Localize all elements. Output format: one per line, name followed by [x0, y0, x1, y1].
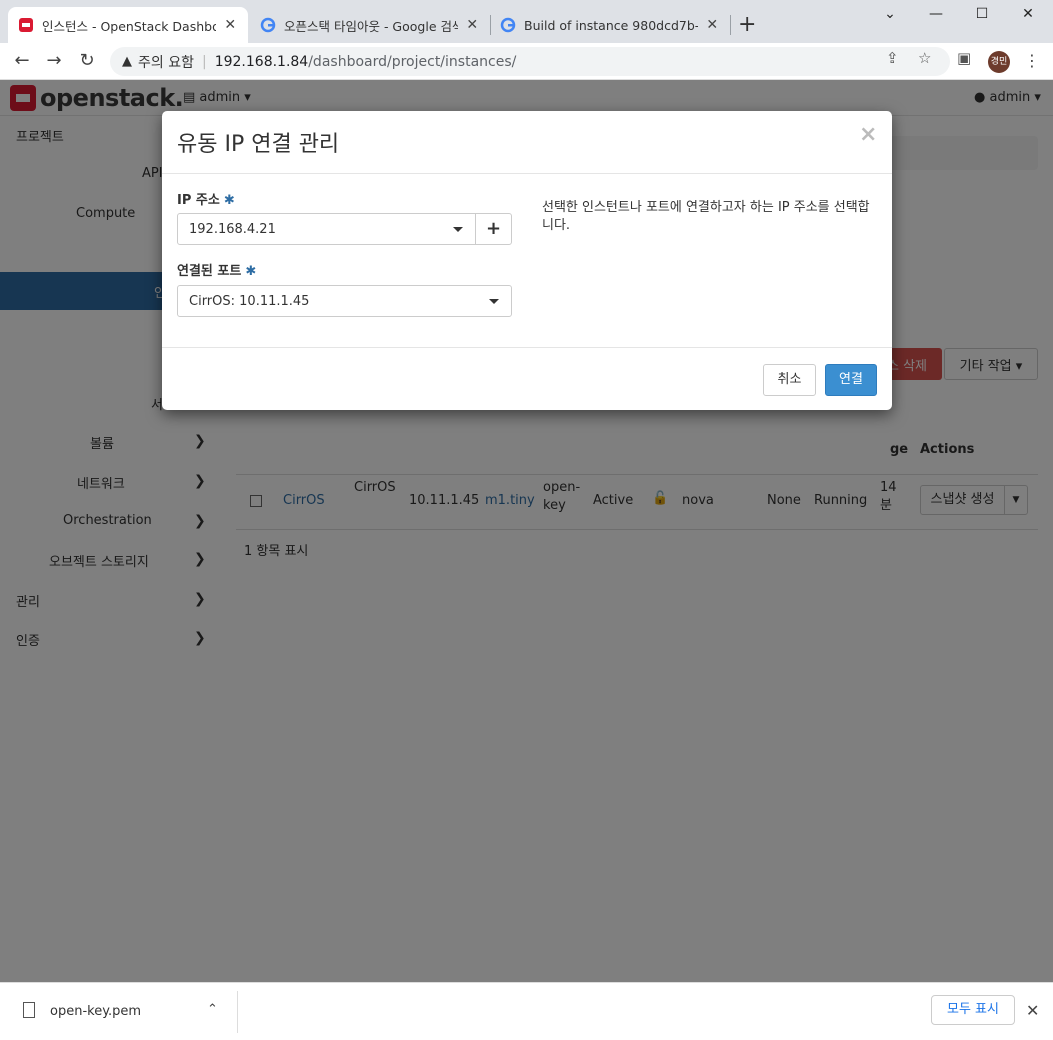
- tab-title: Build of instance 980dcd7b-452: [524, 17, 699, 33]
- tab-google-build-instance[interactable]: Build of instance 980dcd7b-452 ✕: [490, 7, 730, 43]
- help-text: 선택한 인스턴트나 포트에 연결하고자 하는 IP 주소를 선택합니다.: [542, 200, 870, 233]
- tab-close-icon[interactable]: ✕: [704, 17, 720, 33]
- chevron-up-icon[interactable]: ⌃: [207, 1002, 218, 1017]
- browser-tab-strip: 인스턴스 - OpenStack Dashboard ✕ 오픈스택 타임아웃 -…: [0, 0, 1053, 43]
- modal-title: 유동 IP 연결 관리: [177, 132, 340, 157]
- port-label-text: 연결된 포트: [177, 264, 242, 279]
- bookmark-star-icon[interactable]: ☆: [918, 49, 931, 67]
- maximize-icon[interactable]: ☐: [959, 6, 1005, 30]
- download-filename[interactable]: open-key.pem: [50, 1004, 141, 1019]
- floating-ip-dialog: 유동 IP 연결 관리 × IP 주소 ✱ 192.168.4.21 + 연결된 …: [162, 111, 892, 410]
- window-close-icon[interactable]: ✕: [1005, 6, 1051, 30]
- ip-address-select[interactable]: 192.168.4.21: [177, 213, 476, 245]
- required-icon: ✱: [245, 264, 257, 279]
- ip-address-value: 192.168.4.21: [189, 221, 276, 237]
- back-icon[interactable]: ←: [10, 50, 34, 74]
- tab-google-search-timeout[interactable]: 오픈스택 타임아웃 - Google 검색 ✕: [250, 7, 490, 43]
- minimize-icon[interactable]: —: [913, 6, 959, 30]
- side-panel-icon[interactable]: ▣: [957, 49, 971, 67]
- tab-close-icon[interactable]: ✕: [464, 17, 480, 33]
- google-favicon-icon: [260, 17, 276, 33]
- modal-header: 유동 IP 연결 관리 ×: [162, 111, 892, 174]
- tab-search-icon[interactable]: ⌄: [867, 6, 913, 30]
- close-icon[interactable]: ×: [859, 122, 877, 147]
- google-favicon-icon: [500, 17, 516, 33]
- modal-footer: 취소 연결: [162, 347, 892, 410]
- file-icon: [23, 1002, 35, 1018]
- address-bar[interactable]: ▲ 주의 요함 | 192.168.1.84/dashboard/project…: [110, 47, 950, 76]
- reload-icon[interactable]: ↻: [75, 50, 99, 74]
- download-bar: open-key.pem ⌃ 모두 표시 ✕: [0, 982, 1053, 1040]
- cancel-button[interactable]: 취소: [763, 364, 816, 396]
- openstack-favicon-icon: [19, 18, 33, 32]
- url-host: 192.168.1.84: [214, 53, 309, 70]
- chevron-down-icon: [453, 227, 463, 232]
- show-all-button[interactable]: 모두 표시: [931, 995, 1015, 1025]
- url-path: /dashboard/project/instances/: [308, 53, 517, 70]
- tab-title: 오픈스택 타임아웃 - Google 검색: [284, 18, 459, 34]
- browser-menu-icon[interactable]: ⋮: [1024, 51, 1040, 70]
- url-divider: |: [201, 53, 207, 70]
- chevron-down-icon: [489, 299, 499, 304]
- tab-openstack-instances[interactable]: 인스턴스 - OpenStack Dashboard ✕: [8, 7, 248, 43]
- tab-title: 인스턴스 - OpenStack Dashboard: [42, 18, 217, 34]
- security-status[interactable]: 주의 요함: [138, 52, 194, 72]
- port-label: 연결된 포트 ✱: [177, 260, 256, 279]
- divider: [237, 991, 238, 1033]
- close-icon[interactable]: ✕: [1026, 1001, 1039, 1020]
- browser-toolbar: ← → ↻ ▲ 주의 요함 | 192.168.1.84/dashboard/p…: [0, 43, 1053, 80]
- associate-button[interactable]: 연결: [825, 364, 877, 396]
- port-select[interactable]: CirrOS: 10.11.1.45: [177, 285, 512, 317]
- warning-icon: ▲: [122, 54, 132, 69]
- tab-separator: [730, 15, 731, 35]
- profile-avatar[interactable]: 경민: [988, 51, 1010, 73]
- required-icon: ✱: [223, 193, 235, 208]
- forward-icon[interactable]: →: [42, 50, 66, 74]
- allocate-ip-button[interactable]: +: [475, 213, 512, 245]
- ip-address-label: IP 주소 ✱: [177, 189, 235, 208]
- port-value: CirrOS: 10.11.1.45: [189, 293, 310, 309]
- tab-close-icon[interactable]: ✕: [222, 17, 238, 33]
- url-text: 192.168.1.84/dashboard/project/instances…: [215, 54, 517, 70]
- ip-address-label-text: IP 주소: [177, 193, 220, 208]
- share-icon[interactable]: ⇪: [886, 49, 899, 67]
- new-tab-button[interactable]: +: [738, 12, 756, 37]
